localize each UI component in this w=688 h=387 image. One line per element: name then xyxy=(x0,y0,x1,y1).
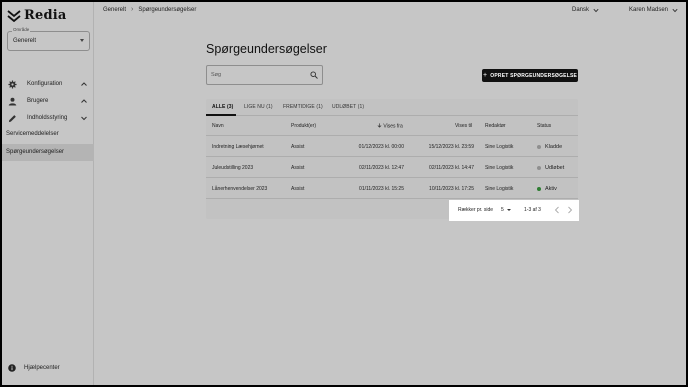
cell-shown-from: 02/11/2023 kl. 12:47 xyxy=(359,165,404,171)
rows-per-page-select[interactable]: 5 xyxy=(501,207,504,213)
rows-per-page-label: Rækker pr. side xyxy=(458,207,494,213)
arrow-down-icon xyxy=(377,123,382,128)
next-page-button[interactable] xyxy=(566,205,574,215)
chevron-down-icon xyxy=(81,116,87,121)
status-dot xyxy=(537,145,541,149)
table-row[interactable]: Juleudstilling 2023 Assist 02/11/2023 kl… xyxy=(206,158,578,178)
chevron-down-icon xyxy=(593,8,599,12)
search-input[interactable]: Søg xyxy=(206,65,323,85)
user-menu[interactable]: Karen Madsen xyxy=(629,7,678,13)
plus-icon: + xyxy=(482,71,488,79)
pagination: Rækker pr. side 5 1-3 af 3 xyxy=(449,200,579,221)
table-row[interactable]: Lånerhenvendelser 2023 Assist 01/11/2023… xyxy=(206,179,578,199)
table-row[interactable]: Indretning Læsehjørnet Assist 01/12/2023… xyxy=(206,137,578,157)
tab-future[interactable]: FREMTIDIGE (1) xyxy=(283,104,323,110)
previous-page-button[interactable] xyxy=(553,205,561,215)
status-badge: Kladde xyxy=(545,143,563,150)
status-badge: Udløbet xyxy=(545,164,565,171)
cell-editor: Sine Logistik xyxy=(485,186,514,192)
status-badge: Aktiv xyxy=(545,185,557,192)
sidebar-item-label: Konfiguration xyxy=(27,81,63,87)
cell-name: Lånerhenvendelser 2023 xyxy=(212,186,268,192)
breadcrumb-item-current: Spørgeundersøgelser xyxy=(138,7,197,13)
create-survey-button[interactable]: + OPRET SPØRGEUNDERSØGELSE xyxy=(482,69,578,82)
chevron-up-icon xyxy=(81,82,87,86)
language-select[interactable]: Dansk xyxy=(572,7,599,13)
language-value: Dansk xyxy=(572,7,590,13)
column-header-status[interactable]: Status xyxy=(537,123,551,129)
column-header-name[interactable]: Navn xyxy=(212,123,224,129)
tab-bar: ALLE (3) LIGE NU (1) FREMTIDIGE (1) UDLØ… xyxy=(206,99,578,116)
breadcrumb: Generelt › Spørgeundersøgelser xyxy=(103,6,197,13)
cell-editor: Sine Logistik xyxy=(485,165,514,171)
area-select-label: Område xyxy=(12,27,31,32)
status-dot xyxy=(537,187,541,191)
chevron-down-icon xyxy=(672,8,678,12)
cell-shown-to: 15/12/2023 kl. 23:59 xyxy=(428,144,474,150)
search-placeholder: Søg xyxy=(211,72,222,78)
cell-name: Juleudstilling 2023 xyxy=(212,165,254,171)
topbar: Generelt › Spørgeundersøgelser Dansk Kar… xyxy=(95,2,686,20)
breadcrumb-separator-icon: › xyxy=(131,6,134,13)
pagination-range: 1-3 af 3 xyxy=(524,207,541,213)
cell-product: Assist xyxy=(291,144,305,150)
gear-icon xyxy=(8,80,17,89)
sidebar-item-servicemeddelelser[interactable]: Servicemeddelelser xyxy=(2,126,94,143)
status-dot xyxy=(537,166,541,170)
sidebar-item-label: Brugere xyxy=(27,98,49,104)
sidebar-item-brugere[interactable]: Brugere xyxy=(2,93,94,110)
person-icon xyxy=(8,97,17,106)
sidebar-item-label: Servicemeddelelser xyxy=(6,131,59,137)
search-icon xyxy=(310,71,318,79)
logo-chevron-icon xyxy=(7,9,21,22)
cell-shown-from: 01/12/2023 kl. 00:00 xyxy=(358,144,404,150)
sidebar-item-spoergeundersoegelser[interactable]: Spørgeundersøgelser xyxy=(2,144,94,161)
tab-all[interactable]: ALLE (3) xyxy=(212,104,233,110)
help-center-link[interactable]: Hjælpecenter xyxy=(2,362,94,376)
user-name: Karen Madsen xyxy=(629,7,669,13)
cell-editor: Sine Logistik xyxy=(485,144,514,150)
cell-product: Assist xyxy=(291,165,305,171)
app-window: Redia Område Generelt Konfiguration Brug… xyxy=(2,2,686,385)
area-select[interactable]: Område Generelt xyxy=(7,27,90,51)
sidebar-item-label: Indholdsstyring xyxy=(27,115,68,121)
sidebar: Redia Område Generelt Konfiguration Brug… xyxy=(2,2,94,385)
sidebar-item-indholdsstyring[interactable]: Indholdsstyring xyxy=(2,110,94,127)
logo-text: Redia xyxy=(24,8,67,23)
caret-down-icon[interactable] xyxy=(507,209,511,211)
pencil-icon xyxy=(8,115,16,123)
info-icon xyxy=(8,364,16,372)
column-header-editor[interactable]: Redaktør xyxy=(485,123,506,129)
help-center-label: Hjælpecenter xyxy=(24,365,60,371)
logo[interactable]: Redia xyxy=(7,8,67,23)
tab-expired[interactable]: UDLØBET (1) xyxy=(332,104,364,110)
column-header-product[interactable]: Produkt(er) xyxy=(291,123,316,129)
page-title: Spørgeundersøgelser xyxy=(206,42,327,56)
column-header-shown-to[interactable]: Vises til xyxy=(455,123,472,129)
chevron-up-icon xyxy=(81,99,87,103)
sidebar-item-label: Spørgeundersøgelser xyxy=(6,149,65,155)
cell-name: Indretning Læsehjørnet xyxy=(212,144,264,150)
cell-shown-to: 10/11/2023 kl. 17:25 xyxy=(429,186,474,192)
table-header: Navn Produkt(er) Vises fra Vises til Red… xyxy=(206,116,578,136)
column-header-shown-from-label: Vises fra xyxy=(383,123,403,130)
breadcrumb-item[interactable]: Generelt xyxy=(103,7,126,13)
tab-current[interactable]: LIGE NU (1) xyxy=(244,104,273,110)
create-survey-label: OPRET SPØRGEUNDERSØGELSE xyxy=(490,72,578,79)
cell-product: Assist xyxy=(291,186,305,192)
cell-shown-from: 01/11/2023 kl. 15:25 xyxy=(359,186,404,192)
column-header-shown-from[interactable]: Vises fra xyxy=(377,123,403,130)
sidebar-item-konfiguration[interactable]: Konfiguration xyxy=(2,76,94,93)
area-select-value: Generelt xyxy=(13,38,37,44)
cell-shown-to: 02/11/2023 kl. 14:47 xyxy=(429,165,474,171)
caret-down-icon xyxy=(80,39,84,42)
